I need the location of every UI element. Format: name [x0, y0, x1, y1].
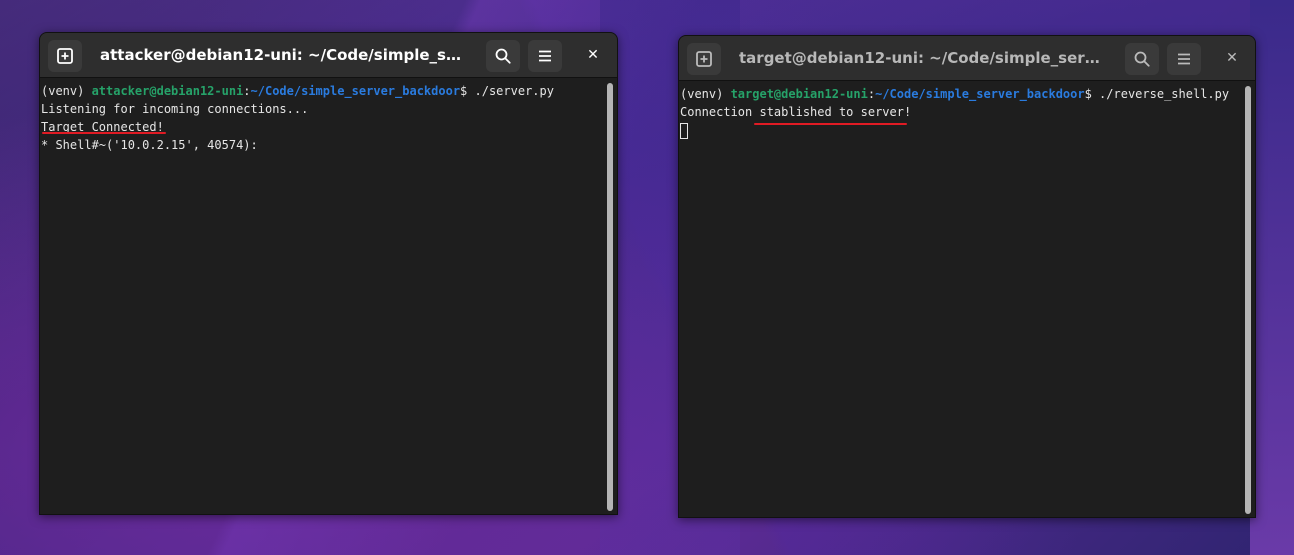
- new-tab-icon: [695, 50, 713, 68]
- output-line: Listening for incoming connections...: [41, 102, 309, 116]
- scrollbar[interactable]: [607, 83, 613, 511]
- scrollbar[interactable]: [1245, 86, 1251, 514]
- terminal-output[interactable]: (venv) attacker@debian12-uni:~/Code/simp…: [40, 78, 617, 514]
- window-title: attacker@debian12-uni: ~/Code/simple_ser…: [100, 46, 466, 64]
- wallpaper-shape: [1250, 0, 1294, 555]
- prompt-venv: (venv): [41, 84, 92, 98]
- prompt-user-host: target@debian12-uni: [730, 87, 868, 101]
- new-tab-icon: [56, 47, 74, 65]
- output-line: Connection stablished to server!: [680, 105, 912, 119]
- prompt-line: (venv) target@debian12-uni:~/Code/simple…: [680, 85, 1254, 103]
- menu-button[interactable]: [528, 40, 562, 72]
- target-terminal-window[interactable]: target@debian12-uni: ~/Code/simple_serve…: [678, 35, 1256, 518]
- prompt-user-host: attacker@debian12-uni: [91, 84, 244, 98]
- new-tab-button[interactable]: [687, 43, 721, 75]
- prompt-path: ~/Code/simple_server_backdoor: [250, 84, 461, 98]
- close-button[interactable]: ✕: [1220, 46, 1244, 70]
- prompt-separator: :: [243, 84, 251, 98]
- hamburger-menu-icon: [1175, 50, 1193, 68]
- new-tab-button[interactable]: [48, 40, 82, 72]
- prompt-command: $ ./reverse_shell.py: [1084, 87, 1230, 101]
- prompt-line: (venv) attacker@debian12-uni:~/Code/simp…: [41, 82, 616, 100]
- search-button[interactable]: [486, 40, 520, 72]
- close-icon: ✕: [587, 47, 599, 63]
- titlebar[interactable]: attacker@debian12-uni: ~/Code/simple_ser…: [40, 33, 617, 78]
- terminal-output[interactable]: (venv) target@debian12-uni:~/Code/simple…: [679, 81, 1255, 517]
- search-icon: [494, 47, 512, 65]
- prompt-separator: :: [867, 87, 876, 101]
- output-line: * Shell#~('10.0.2.15', 40574):: [41, 138, 258, 152]
- prompt-path: ~/Code/simple_server_backdoor: [875, 87, 1085, 101]
- text-cursor: [680, 122, 688, 139]
- annotation-underline: [42, 132, 166, 134]
- close-icon: ✕: [1226, 50, 1238, 66]
- close-button[interactable]: ✕: [581, 43, 605, 67]
- search-button[interactable]: [1125, 43, 1159, 75]
- menu-button[interactable]: [1167, 43, 1201, 75]
- annotation-underline: [754, 123, 907, 125]
- window-title: target@debian12-uni: ~/Code/simple_serve…: [739, 49, 1105, 67]
- search-icon: [1133, 50, 1151, 68]
- attacker-terminal-window[interactable]: attacker@debian12-uni: ~/Code/simple_ser…: [39, 32, 618, 515]
- prompt-venv: (venv): [680, 87, 731, 101]
- hamburger-menu-icon: [536, 47, 554, 65]
- titlebar[interactable]: target@debian12-uni: ~/Code/simple_serve…: [679, 36, 1255, 81]
- prompt-command: $ ./server.py: [460, 84, 554, 98]
